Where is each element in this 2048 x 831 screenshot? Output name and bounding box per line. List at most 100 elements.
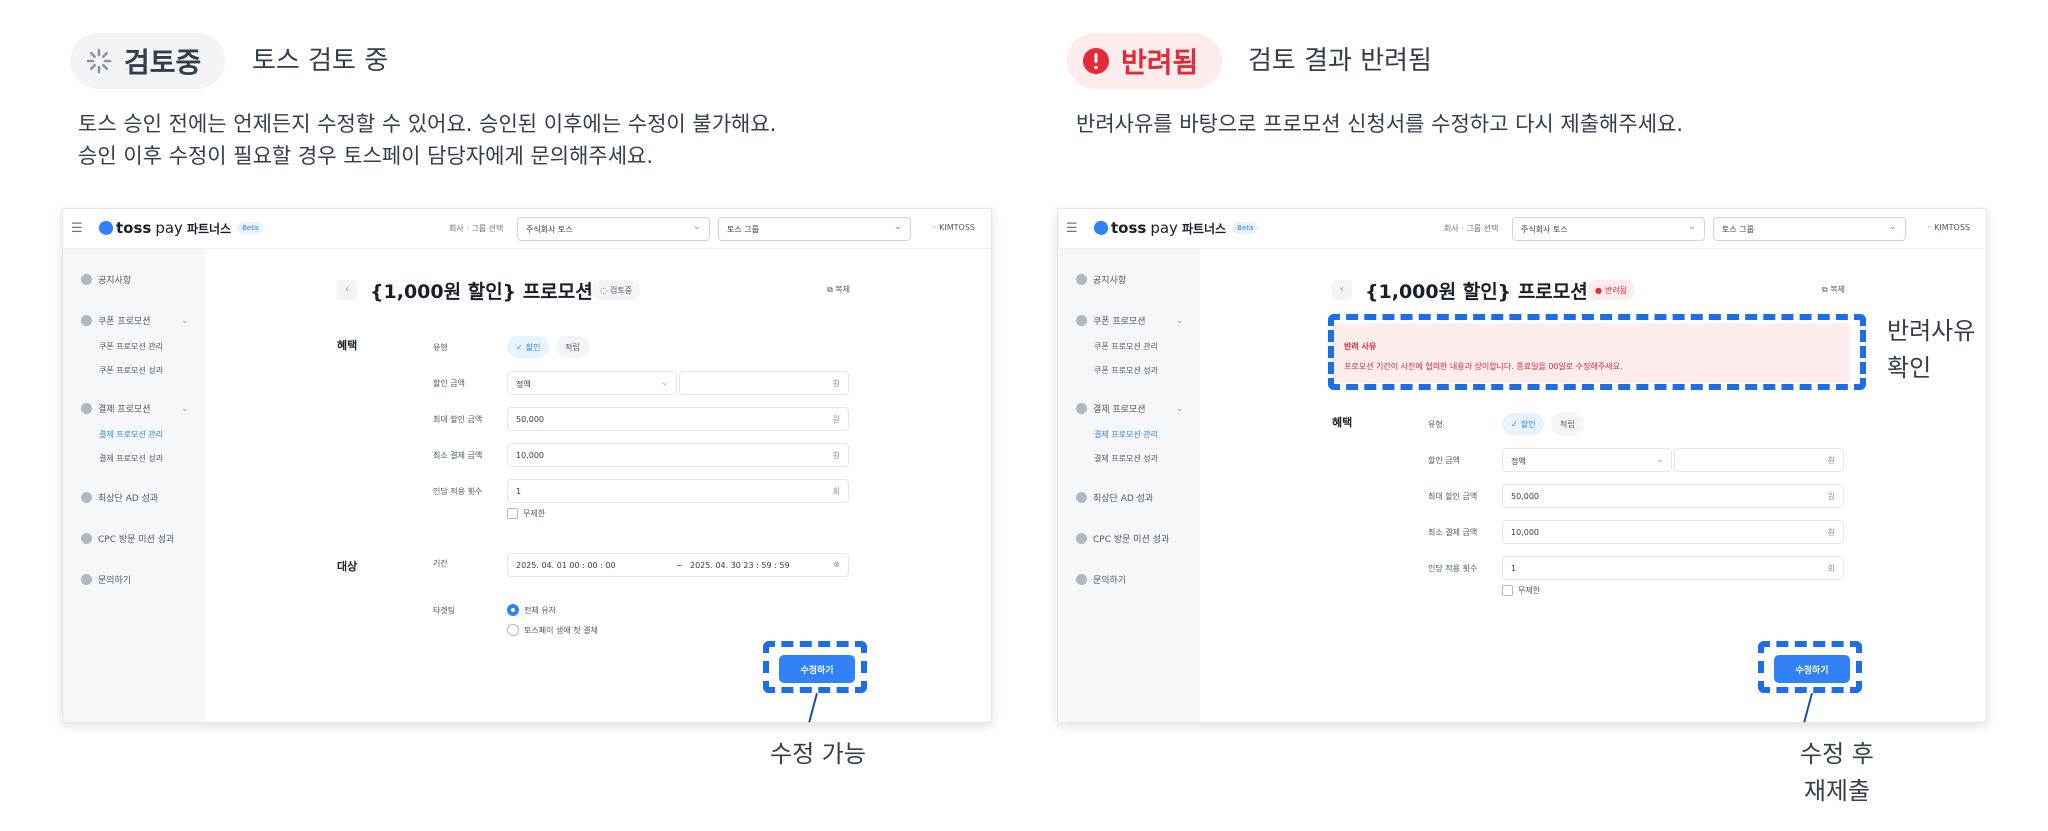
copy-icon: ⧉	[827, 285, 833, 294]
discount-amount-input[interactable]: 원	[1674, 448, 1844, 472]
copy-button[interactable]: ⧉ 복제	[1822, 284, 1845, 295]
sidebar-sub-payment-manage[interactable]: 결제 프로모션 관리	[99, 429, 163, 440]
sidebar-item-notice[interactable]: 공지사항	[1076, 273, 1126, 286]
group-select[interactable]: 토스 그룹 ⌄	[1713, 217, 1906, 241]
payment-icon	[81, 403, 92, 414]
discount-chip[interactable]: ✓ 할인	[507, 336, 550, 358]
unlimited-checkbox[interactable]: 무제한	[507, 508, 545, 519]
sidebar-sub-coupon-manage[interactable]: 쿠폰 프로모션 관리	[1094, 341, 1158, 352]
discount-amount-label: 할인 금액	[433, 379, 465, 388]
logo-pay: pay	[155, 219, 183, 237]
menu-icon[interactable]: ☰	[71, 221, 83, 236]
discount-amount-input[interactable]: 원	[679, 371, 849, 395]
section-benefit: 혜택	[1332, 416, 1353, 429]
per-user-input[interactable]: 1회	[507, 479, 849, 503]
targeting-label: 타겟팅	[433, 606, 456, 615]
spinner-icon: ◌	[600, 285, 607, 295]
min-pay-value: 10,000	[516, 451, 544, 460]
period-separator: ~	[676, 561, 683, 570]
discount-amount-label: 할인 금액	[1428, 456, 1460, 465]
chevron-down-icon: ⌄	[1176, 315, 1184, 326]
unit-won: 원	[1827, 492, 1835, 501]
back-button[interactable]: ‹	[337, 280, 357, 300]
sidebar-sub-coupon-manage[interactable]: 쿠폰 프로모션 관리	[99, 341, 163, 352]
sidebar-item-cpc[interactable]: CPC 방문 미션 성과	[1076, 532, 1169, 545]
chevron-down-icon: ⌄	[692, 221, 701, 232]
max-discount-input[interactable]: 50,000 원	[1502, 484, 1844, 508]
status-title: 검토 결과 반려됨	[1248, 46, 1432, 76]
chevron-down-icon: ⌄	[893, 221, 902, 232]
unit-won: 원	[832, 451, 840, 460]
min-pay-label: 최소 결제 금액	[433, 451, 483, 460]
desc-line-1: 토스 승인 전에는 언제든지 수정할 수 있어요. 승인된 이후에는 수정이 불…	[78, 112, 777, 136]
chat-bubble-icon	[1076, 574, 1087, 585]
sidebar-item-payment[interactable]: 결제 프로모션 ⌄	[1076, 402, 1184, 415]
max-discount-value: 50,000	[516, 415, 544, 424]
max-discount-value: 50,000	[1511, 492, 1539, 501]
sidebar-item-coupon[interactable]: 쿠폰 프로모션 ⌄	[81, 314, 189, 327]
copy-label: 복제	[1830, 285, 1845, 294]
sidebar-label: 문의하기	[98, 576, 132, 586]
edit-highlight-box	[1758, 641, 1862, 693]
status-description: 반려사유를 바탕으로 프로모션 신청서를 수정하고 다시 제출해주세요.	[1076, 108, 1683, 140]
min-pay-input[interactable]: 10,000 원	[507, 443, 849, 467]
unlimited-label: 무제한	[1518, 586, 1541, 595]
menu-icon[interactable]: ☰	[1066, 221, 1078, 236]
sidebar-sub-coupon-result[interactable]: 쿠폰 프로모션 성과	[99, 365, 163, 376]
right-panel: 반려됨 검토 결과 반려됨 반려사유를 바탕으로 프로모션 신청서를 수정하고 …	[1003, 0, 2003, 831]
user-menu[interactable]: ◦ KIMTOSS	[932, 223, 975, 232]
status-pill-reviewing: 검토중	[70, 33, 226, 89]
copy-icon: ⧉	[1822, 285, 1828, 294]
unlimited-checkbox[interactable]: 무제한	[1502, 585, 1540, 596]
min-pay-input[interactable]: 10,000 원	[1502, 520, 1844, 544]
unlimited-label: 무제한	[523, 509, 546, 518]
desc-line-1: 반려사유를 바탕으로 프로모션 신청서를 수정하고 다시 제출해주세요.	[1076, 112, 1684, 136]
sidebar-sub-payment-result[interactable]: 결제 프로모션 성과	[99, 453, 163, 464]
company-select[interactable]: 주식회사 토스 ⌄	[1512, 217, 1705, 241]
discount-mode-select[interactable]: 정액 ⌄	[1502, 448, 1672, 472]
clear-icon[interactable]: ⊗	[833, 560, 840, 569]
sidebar-item-inquiry[interactable]: 문의하기	[1076, 573, 1126, 586]
group-select[interactable]: 토스 그룹 ⌄	[718, 217, 911, 241]
sidebar-sub-coupon-result[interactable]: 쿠폰 프로모션 성과	[1094, 365, 1158, 376]
radio-label: 토스페이 생애 첫 결제	[524, 625, 598, 635]
sidebar-item-cpc[interactable]: CPC 방문 미션 성과	[81, 532, 174, 545]
radio-all-users[interactable]: 전체 유저	[507, 604, 556, 616]
max-discount-input[interactable]: 50,000 원	[507, 407, 849, 431]
period-input[interactable]: 2025. 04. 01 00 : 00 : 00 ~2025. 04. 30 2…	[507, 553, 849, 577]
sidebar-item-top-ad[interactable]: 최상단 AD 성과	[81, 491, 158, 504]
toss-pay-partners-logo[interactable]: toss pay 파트너스 Beta	[97, 219, 264, 237]
discount-mode-select[interactable]: 정액 ⌄	[507, 371, 677, 395]
sidebar-item-coupon[interactable]: 쿠폰 프로모션 ⌄	[1076, 314, 1184, 327]
user-menu[interactable]: ◦ KIMTOSS	[1927, 223, 1970, 232]
callout-line-2: 확인	[1887, 354, 1932, 382]
unit-won: 원	[1827, 528, 1835, 537]
sidebar-sub-payment-manage[interactable]: 결제 프로모션 관리	[1094, 429, 1158, 440]
ad-icon	[1076, 492, 1087, 503]
sidebar-label: 공지사항	[1093, 276, 1127, 286]
sidebar-item-top-ad[interactable]: 최상단 AD 성과	[1076, 491, 1153, 504]
company-select[interactable]: 주식회사 토스 ⌄	[517, 217, 710, 241]
copy-button[interactable]: ⧉ 복제	[827, 284, 850, 295]
back-button[interactable]: ‹	[1332, 280, 1352, 300]
sidebar-item-payment[interactable]: 결제 프로모션 ⌄	[81, 402, 189, 415]
sidebar-label: CPC 방문 미션 성과	[1093, 535, 1170, 545]
sidebar-label: 쿠폰 프로모션	[1093, 317, 1146, 327]
discount-chip[interactable]: ✓ 할인	[1502, 413, 1545, 435]
sidebar-item-notice[interactable]: 공지사항	[81, 273, 131, 286]
toss-pay-partners-logo[interactable]: toss pay 파트너스 Beta	[1092, 219, 1259, 237]
per-user-input[interactable]: 1회	[1502, 556, 1844, 580]
accrual-chip[interactable]: 적립	[1551, 413, 1584, 435]
min-pay-label: 최소 결제 금액	[1428, 528, 1478, 537]
chevron-down-icon: ⌄	[1888, 221, 1897, 232]
sidebar-sub-payment-result[interactable]: 결제 프로모션 성과	[1094, 453, 1158, 464]
sidebar-item-inquiry[interactable]: 문의하기	[81, 573, 131, 586]
user-name: KIMTOSS	[1934, 223, 1970, 232]
radio-first-pay[interactable]: 토스페이 생애 첫 결제	[507, 624, 598, 636]
section-benefit: 혜택	[337, 339, 358, 352]
accrual-chip[interactable]: 적립	[556, 336, 589, 358]
chip-label: 할인	[525, 342, 541, 352]
max-discount-label: 최대 할인 금액	[1428, 492, 1478, 501]
chevron-down-icon: ⌄	[181, 315, 189, 326]
status-description: 토스 승인 전에는 언제든지 수정할 수 있어요. 승인된 이후에는 수정이 불…	[78, 108, 776, 172]
